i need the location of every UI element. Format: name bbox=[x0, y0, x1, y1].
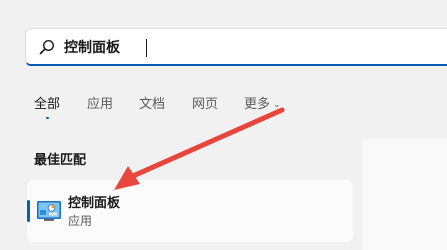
best-match-result[interactable]: 控制面板 应用 bbox=[27, 180, 353, 242]
tab-more-label: 更多 bbox=[244, 97, 271, 112]
search-input[interactable] bbox=[64, 35, 404, 59]
tab-web[interactable]: 网页 bbox=[192, 93, 218, 112]
search-box[interactable] bbox=[25, 28, 447, 66]
best-match-heading: 最佳匹配 bbox=[34, 153, 87, 168]
result-subtitle: 应用 bbox=[68, 214, 93, 228]
tab-web-label: 网页 bbox=[192, 97, 219, 112]
text-caret bbox=[146, 39, 147, 57]
tab-documents-label: 文档 bbox=[139, 97, 166, 112]
search-icon bbox=[39, 39, 55, 55]
tab-apps[interactable]: 应用 bbox=[87, 93, 113, 112]
selection-indicator bbox=[27, 200, 30, 222]
tab-documents[interactable]: 文档 bbox=[139, 93, 165, 112]
tab-all[interactable]: 全部 bbox=[34, 93, 60, 112]
chevron-down-icon: ⌄ bbox=[273, 99, 281, 110]
preview-panel bbox=[362, 138, 447, 250]
tab-apps-label: 应用 bbox=[87, 97, 114, 112]
result-title: 控制面板 bbox=[68, 196, 121, 211]
control-panel-icon bbox=[37, 201, 61, 221]
active-tab-indicator bbox=[46, 117, 49, 119]
tab-more[interactable]: 更多 ⌄ bbox=[244, 93, 281, 112]
tab-all-label: 全部 bbox=[34, 97, 61, 112]
